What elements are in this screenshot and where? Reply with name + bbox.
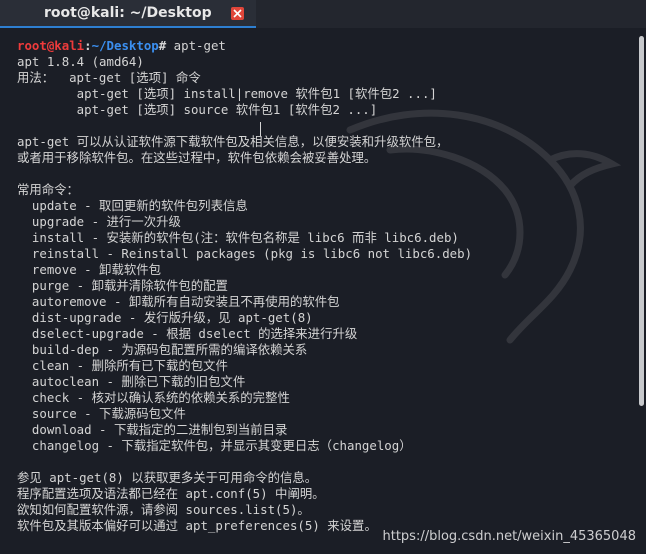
output-line: autoremove - 卸载所有自动安装且不再使用的软件包 — [17, 294, 340, 309]
tab-bar: root@kali: ~/Desktop — [0, 0, 646, 28]
output-line: apt 1.8.4 (amd64) — [17, 54, 144, 69]
terminal-window: root@kali: ~/Desktop root@kali:~/Desktop… — [0, 0, 646, 554]
output-line: 欲知如何配置软件源，请参阅 sources.list(5)。 — [17, 502, 310, 517]
output-line: upgrade - 进行一次升级 — [17, 214, 181, 229]
output-line: reinstall - Reinstall packages (pkg is l… — [17, 246, 473, 261]
output-line: 或者用于移除软件包。在这些过程中，软件包依赖会被妥善处理。 — [17, 150, 377, 165]
output-line: apt-get [选项] source 软件包1 [软件包2 ...] — [17, 102, 378, 117]
output-line: 用法： apt-get [选项] 命令 — [17, 70, 201, 85]
prompt-user: root@kali — [17, 38, 85, 53]
terminal-lines: root@kali:~/Desktop# apt-get apt 1.8.4 (… — [17, 38, 472, 534]
prompt-line: root@kali:~/Desktop# apt-get — [17, 38, 472, 54]
output-line: remove - 卸载软件包 — [17, 262, 162, 277]
terminal-output-area[interactable]: root@kali:~/Desktop# apt-get apt 1.8.4 (… — [0, 30, 634, 554]
output-line: update - 取回更新的软件包列表信息 — [17, 198, 248, 213]
output-line: download - 下载指定的二进制包到当前目录 — [17, 422, 288, 437]
output-line: build-dep - 为源码包配置所需的编译依赖关系 — [17, 342, 308, 357]
output-line: changelog - 下载指定软件包，并显示其变更日志（changelog） — [17, 438, 412, 453]
output-line: source - 下载源码包文件 — [17, 406, 186, 421]
output-line: apt-get [选项] install|remove 软件包1 [软件包2 .… — [17, 86, 437, 101]
output-line: clean - 删除所有已下载的包文件 — [17, 358, 228, 373]
output-line: check - 核对以确认系统的依赖关系的完整性 — [17, 390, 290, 405]
output-line: 程序配置选项及语法都已经在 apt.conf(5) 中阐明。 — [17, 486, 325, 501]
output-line: dselect-upgrade - 根据 dselect 的选择来进行升级 — [17, 326, 358, 341]
output-line: dist-upgrade - 发行版升级，见 apt-get(8) — [17, 310, 313, 325]
prompt-separator: : — [84, 38, 92, 53]
output-line: install - 安装新的软件包(注：软件包名称是 libc6 而非 libc… — [17, 230, 459, 245]
close-icon[interactable] — [231, 7, 244, 20]
output-line: 参见 apt-get(8) 以获取更多关于可用命令的信息。 — [17, 470, 318, 485]
output-line: 常用命令： — [17, 182, 79, 197]
terminal-tab[interactable]: root@kali: ~/Desktop — [0, 0, 256, 28]
watermark-text: https://blog.csdn.net/weixin_45365048 — [382, 529, 636, 544]
output-line: apt-get 可以从认证软件源下载软件包及相关信息，以便安装和升级软件包， — [17, 134, 449, 149]
tab-title: root@kali: ~/Desktop — [44, 5, 212, 21]
prompt-path: ~/Desktop — [91, 38, 159, 53]
scrollbar[interactable] — [639, 36, 644, 406]
output-line: purge - 卸载并清除软件包的配置 — [17, 278, 228, 293]
output-line: autoclean - 删除已下载的旧包文件 — [17, 374, 246, 389]
text-cursor — [260, 122, 261, 136]
prompt-command: apt-get — [166, 38, 226, 53]
command-output: apt 1.8.4 (amd64) 用法： apt-get [选项] 命令 apt… — [17, 54, 472, 534]
